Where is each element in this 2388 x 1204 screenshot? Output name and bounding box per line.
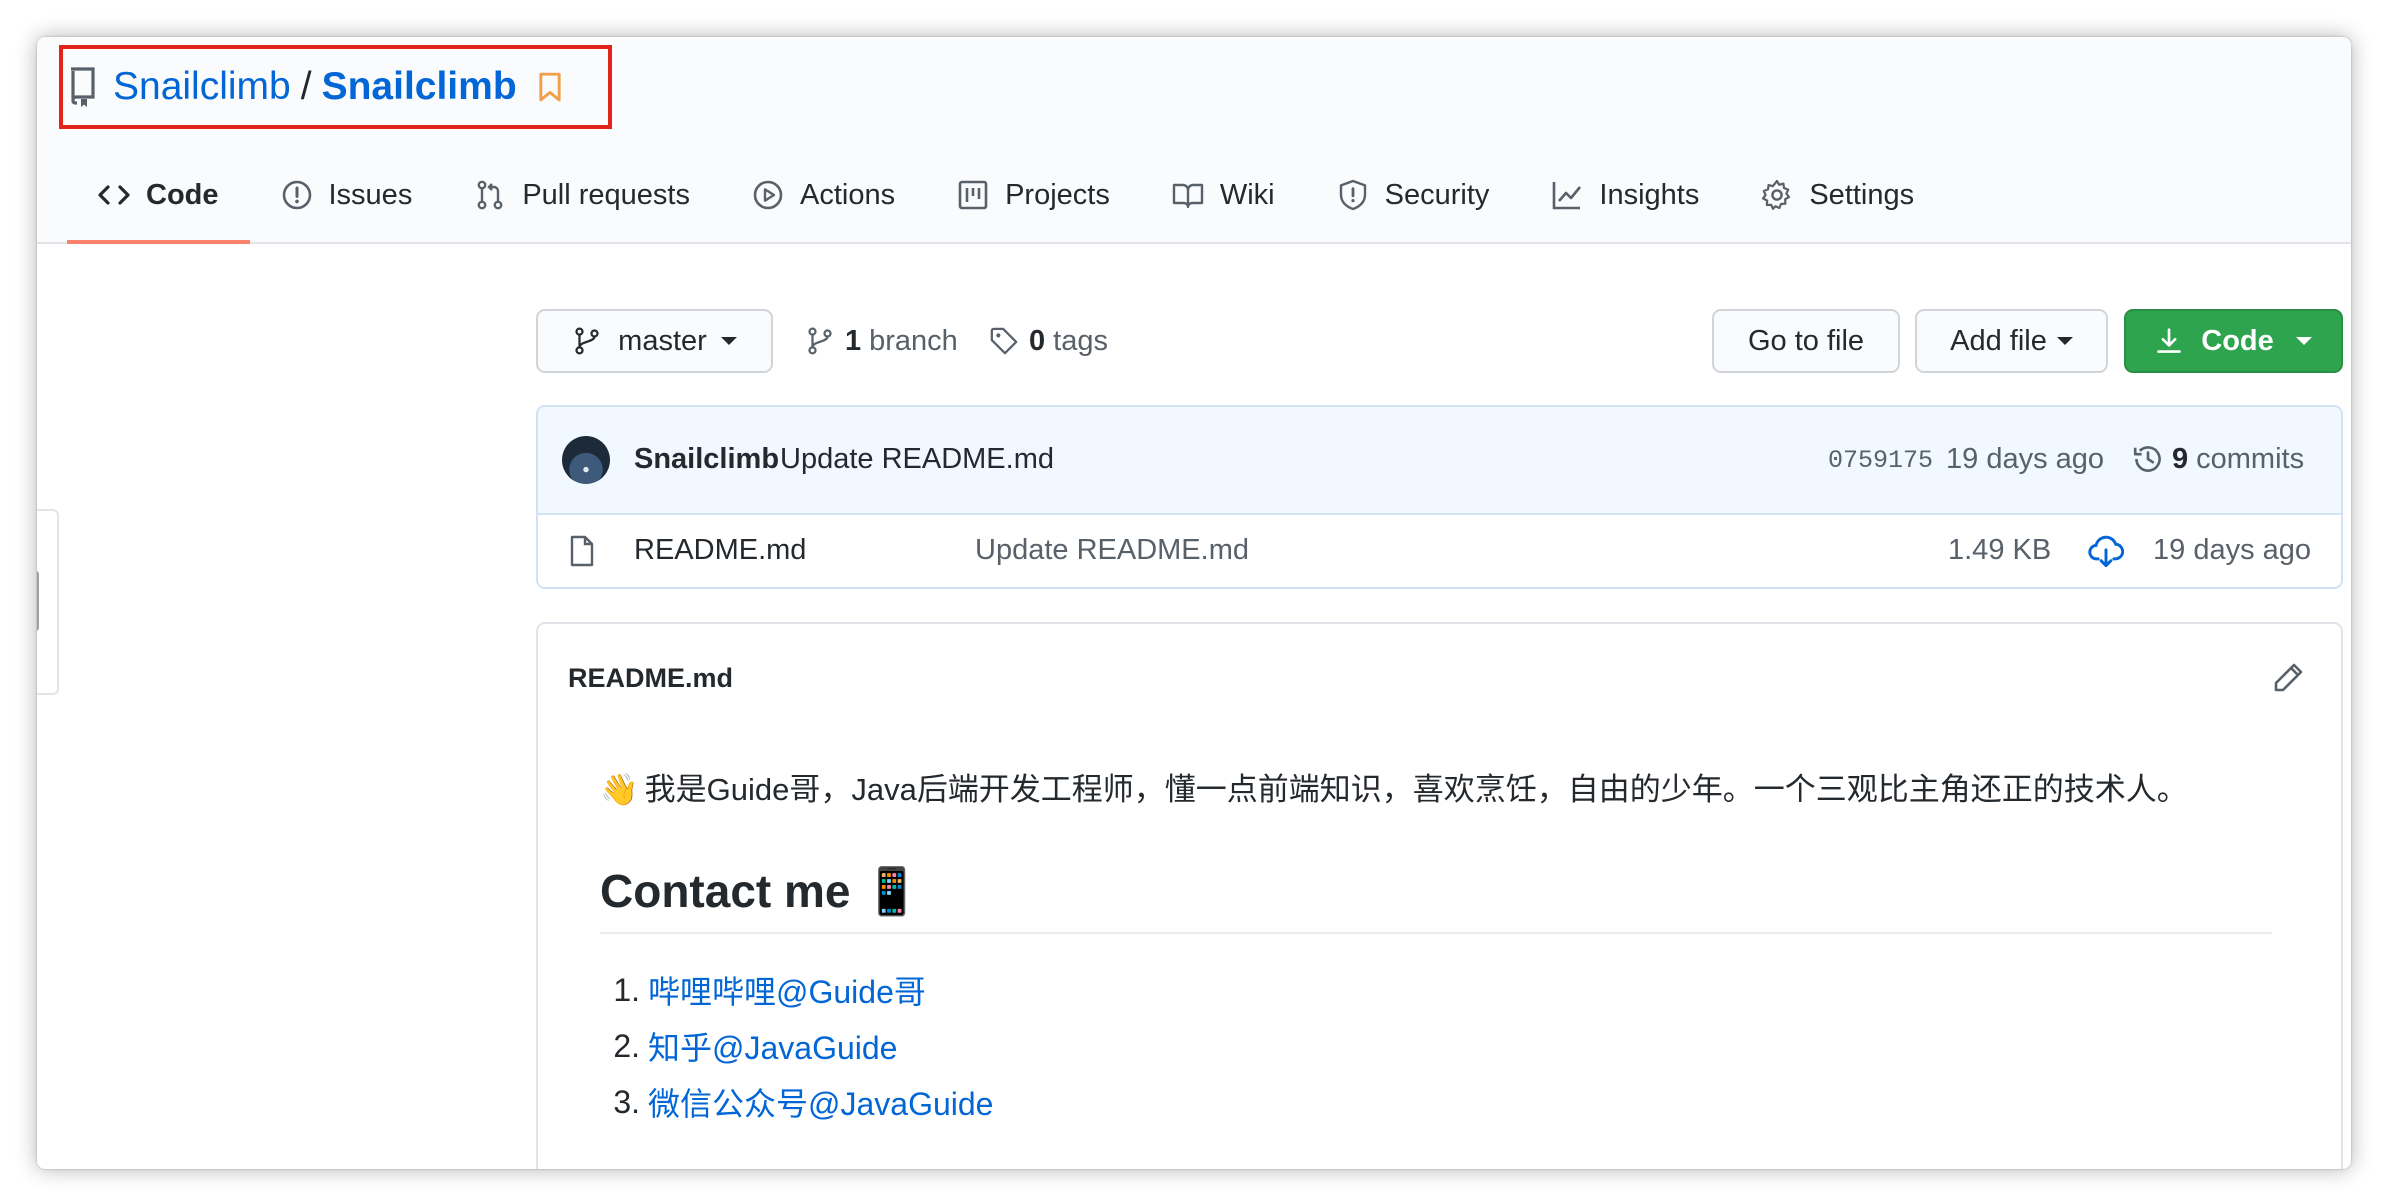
avatar[interactable] (562, 436, 610, 484)
tab-label: Actions (799, 178, 896, 211)
tab-label: Security (1384, 178, 1490, 211)
book-icon (1172, 183, 1204, 209)
add-file-button[interactable]: Add file (1915, 309, 2108, 373)
cloud-download-icon[interactable] (2088, 533, 2124, 569)
graph-icon (1553, 182, 1582, 210)
side-panel-handle[interactable] (37, 509, 59, 695)
file-listing: Snailclimb Update README.md 0759175 19 d… (536, 405, 2343, 589)
contact-link-wechat[interactable]: 微信公众号@JavaGuide (648, 1079, 993, 1125)
repo-nav-tabs: Code Issues Pull requests Actions Projec… (67, 159, 1945, 244)
history-icon (2133, 446, 2161, 472)
list-item: 2. 知乎@JavaGuide (600, 1018, 993, 1074)
pencil-icon[interactable] (2272, 662, 2304, 694)
code-button-label: Code (2201, 324, 2274, 357)
tab-pull-requests[interactable]: Pull requests (443, 159, 721, 231)
tab-label: Settings (1809, 178, 1915, 211)
commits-link[interactable]: 9 commits (2132, 441, 2304, 477)
tag-count-label: tags (1053, 324, 1108, 357)
branch-icon (808, 327, 832, 355)
tab-security[interactable]: Security (1306, 159, 1521, 231)
pull-request-icon (477, 180, 503, 210)
branch-icon (575, 327, 599, 355)
browser-window: Snailclimb / Snailclimb Code Issues Pull… (37, 37, 2351, 1169)
tab-issues[interactable]: Issues (250, 159, 444, 231)
play-icon (753, 180, 783, 210)
tab-label: Pull requests (522, 178, 690, 211)
file-name-link[interactable]: README.md (634, 534, 806, 567)
tab-label: Issues (328, 178, 413, 211)
download-icon (2157, 328, 2182, 353)
latest-commit-row: Snailclimb Update README.md 0759175 19 d… (538, 407, 2341, 515)
tag-count-link[interactable]: 0 tags (989, 309, 1108, 373)
tab-label: Insights (1599, 178, 1700, 211)
list-item: 1. 哔哩哔哩@Guide哥 (600, 962, 993, 1018)
chevron-down-icon (2056, 337, 2073, 345)
add-file-label: Add file (1950, 324, 2047, 357)
tag-count: 0 (1029, 324, 1046, 357)
project-icon (958, 180, 988, 210)
branch-count: 1 (845, 324, 862, 357)
branch-select-button[interactable]: master (536, 309, 773, 373)
tab-label: Wiki (1219, 178, 1275, 211)
list-number: 3. (613, 1083, 640, 1120)
go-to-file-button[interactable]: Go to file (1712, 309, 1900, 373)
branch-name: master (618, 324, 707, 357)
contact-link-zhihu[interactable]: 知乎@JavaGuide (648, 1023, 897, 1069)
list-item: 3. 微信公众号@JavaGuide (600, 1074, 993, 1130)
contact-link-bilibili[interactable]: 哔哩哔哩@Guide哥 (648, 967, 926, 1013)
tag-icon (990, 327, 1018, 355)
file-commit-message[interactable]: Update README.md (975, 534, 1249, 567)
file-size: 1.49 KB (1948, 534, 2052, 566)
readme-heading-text: Contact me (600, 865, 851, 917)
branch-count-label: branch (869, 324, 958, 357)
commit-count: 9 (2172, 442, 2189, 475)
tab-actions[interactable]: Actions (721, 159, 926, 231)
code-icon (98, 185, 130, 205)
readme-panel: README.md 👋 我是Guide哥，Java后端开发工程师，懂一点前端知识，… (536, 622, 2343, 1169)
shield-icon (1339, 179, 1366, 211)
heading-divider (600, 932, 2272, 934)
tab-code[interactable]: Code (67, 159, 250, 244)
chevron-down-icon (720, 337, 737, 345)
readme-intro: 👋 我是Guide哥，Java后端开发工程师，懂一点前端知识，喜欢烹饪，自由的少年… (600, 764, 2188, 809)
tab-settings[interactable]: Settings (1730, 159, 1945, 231)
readme-heading: Contact me 📱 (600, 864, 921, 919)
commit-count-label: commits (2196, 442, 2305, 475)
list-number: 2. (613, 1027, 640, 1064)
commit-time: 19 days ago (1946, 443, 2105, 475)
readme-intro-text: 我是Guide哥，Java后端开发工程师，懂一点前端知识，喜欢烹饪，自由的少年。… (644, 772, 2188, 807)
commit-message[interactable]: Update README.md (780, 443, 1054, 476)
phone-emoji: 📱 (863, 865, 921, 917)
commit-sha[interactable]: 0759175 (1828, 446, 1933, 475)
file-icon (570, 535, 594, 567)
code-download-button[interactable]: Code (2124, 309, 2343, 373)
commit-author[interactable]: Snailclimb (634, 443, 779, 476)
list-number: 1. (613, 971, 640, 1008)
tab-wiki[interactable]: Wiki (1141, 159, 1306, 231)
gear-icon (1762, 179, 1791, 210)
readme-filename: README.md (568, 663, 734, 693)
tab-projects[interactable]: Projects (926, 159, 1141, 231)
contact-list: 1. 哔哩哔哩@Guide哥 2. 知乎@JavaGuide 3. 微信公众号@… (600, 962, 993, 1130)
issue-icon (282, 180, 311, 210)
tab-label: Projects (1005, 178, 1110, 211)
chevron-down-icon (2295, 337, 2312, 345)
file-row: README.md Update README.md 1.49 KB 19 da… (538, 515, 2341, 587)
annotation-highlight-box (59, 45, 612, 129)
branch-count-link[interactable]: 1 branch (805, 309, 958, 373)
file-time: 19 days ago (2153, 534, 2312, 566)
tab-label: Code (146, 178, 219, 211)
wave-emoji: 👋 (600, 772, 639, 807)
tab-insights[interactable]: Insights (1520, 159, 1730, 231)
